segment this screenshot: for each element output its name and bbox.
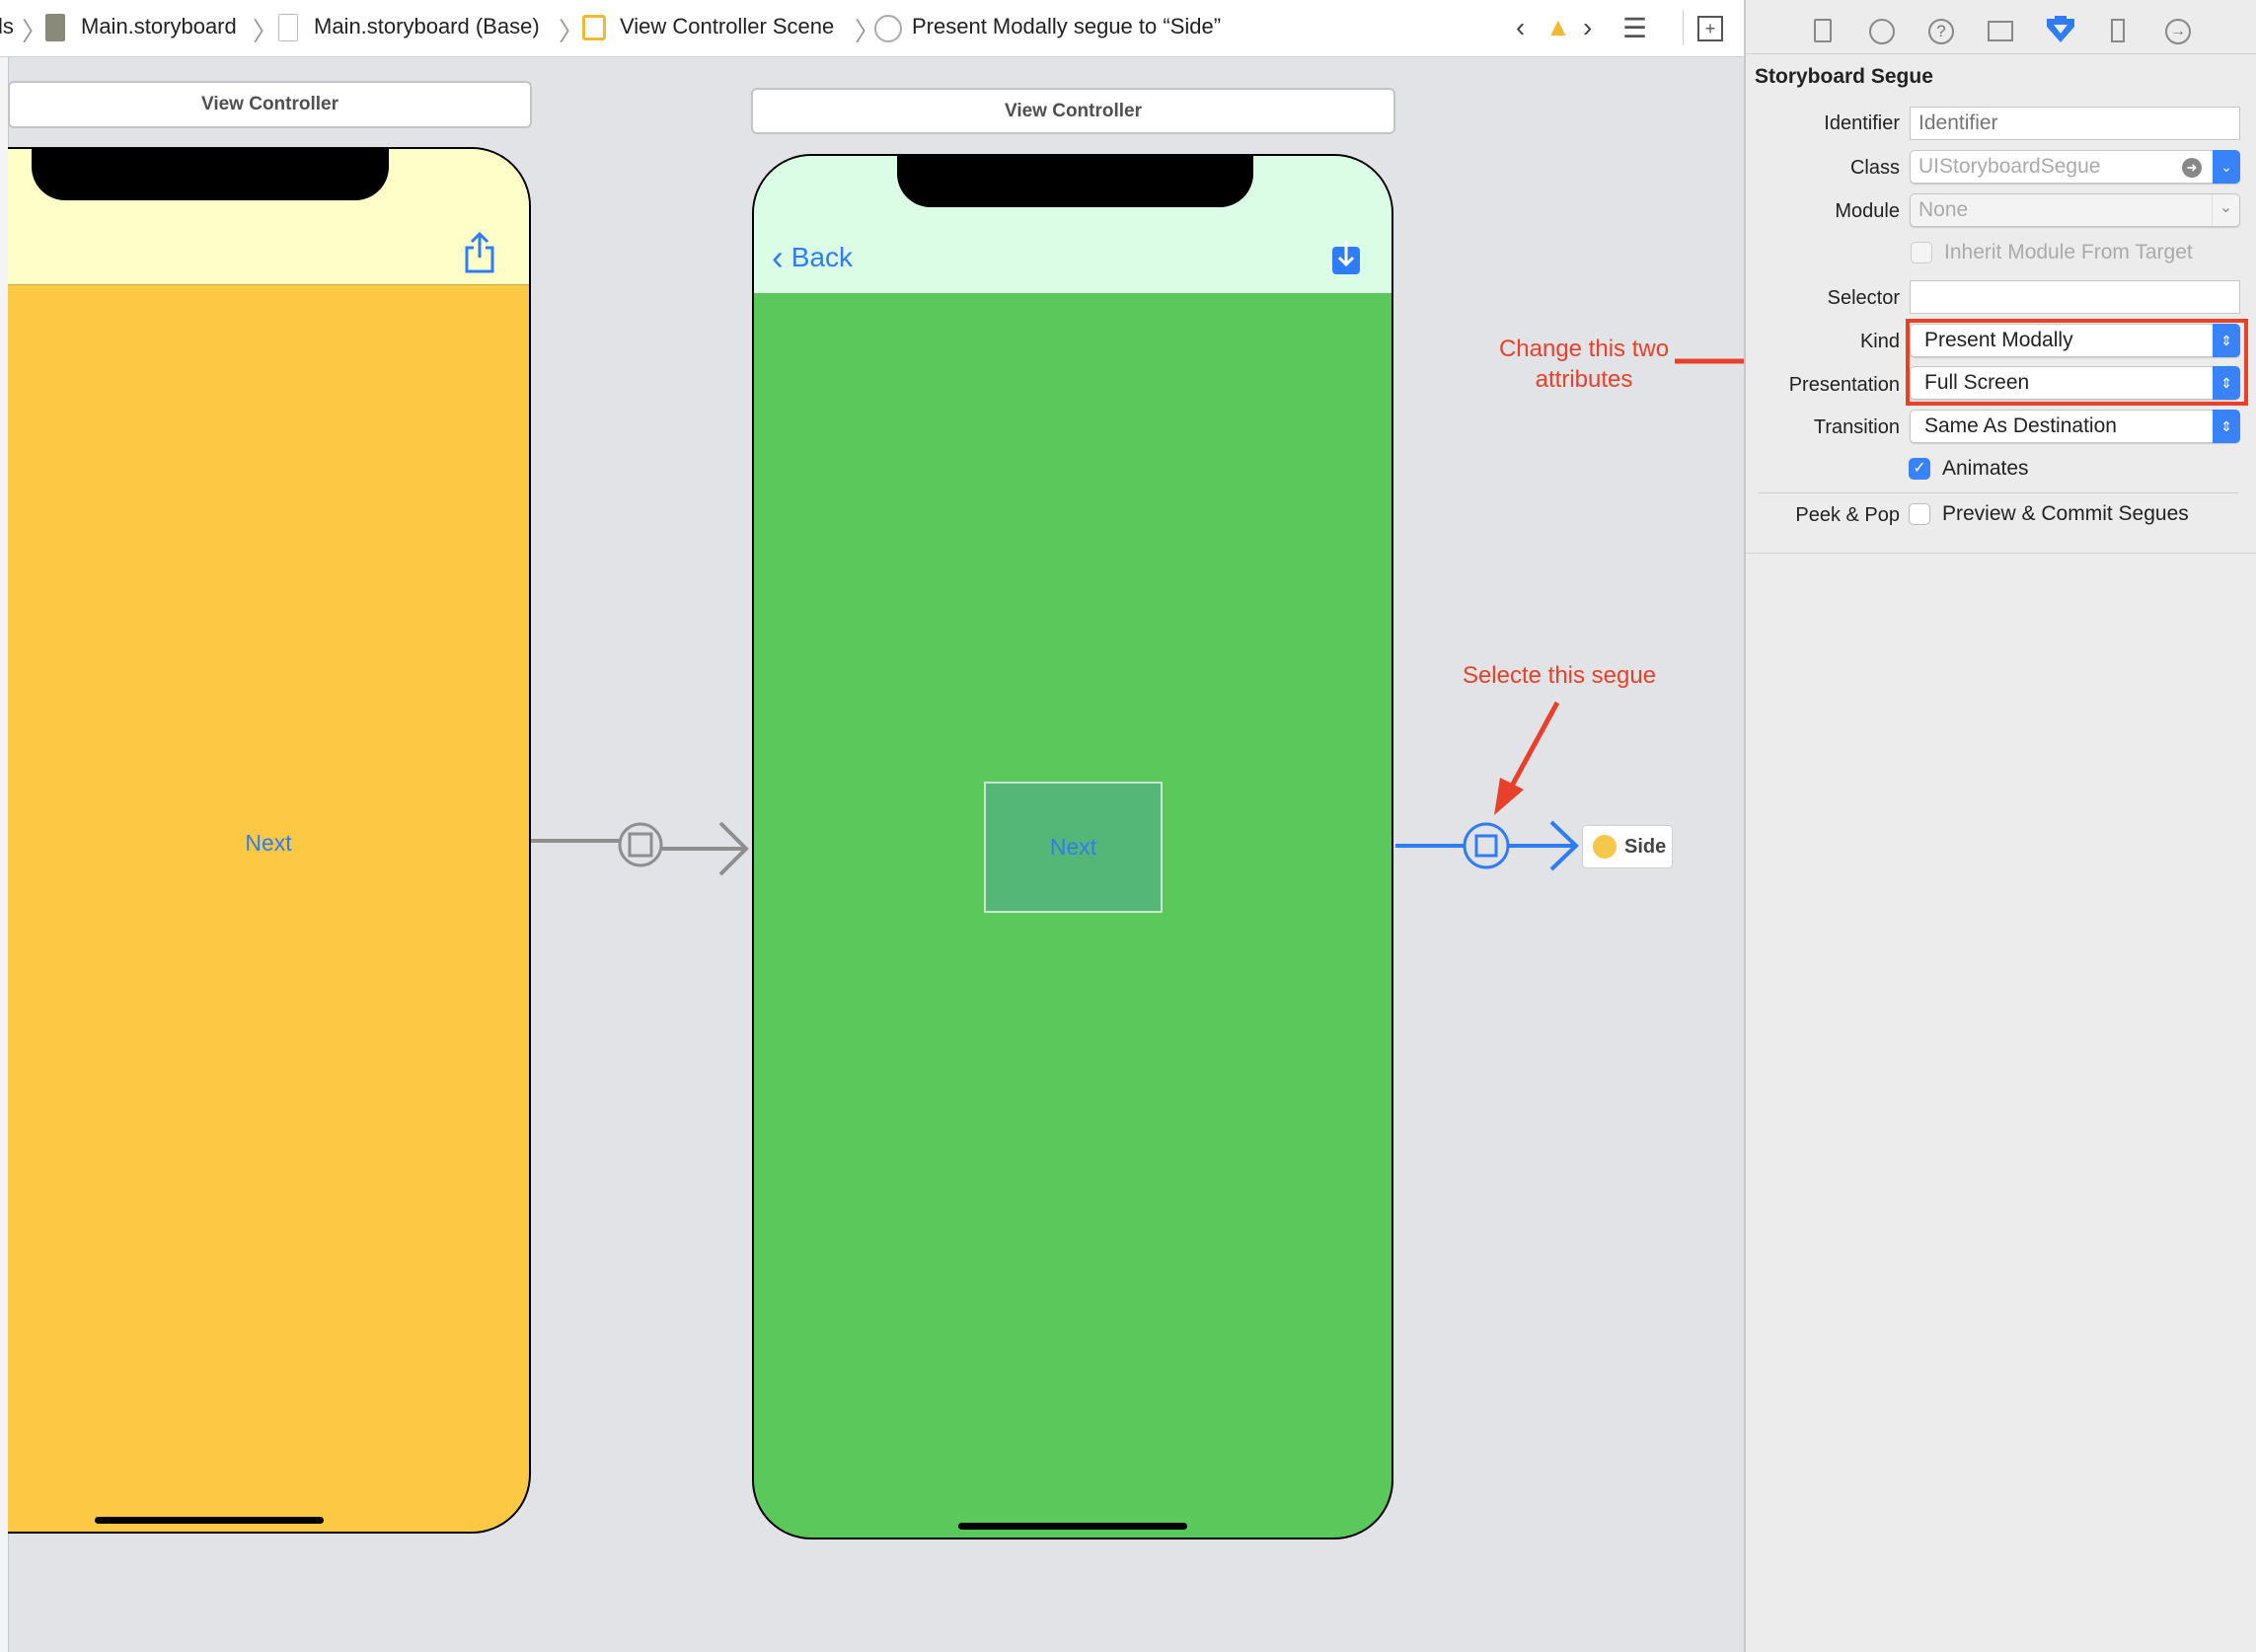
- breadcrumb-item[interactable]: View Controller Scene: [620, 14, 834, 39]
- chevron-down-icon[interactable]: ⌄: [2213, 150, 2240, 184]
- history-icon[interactable]: [1869, 19, 1895, 44]
- chevron-right-icon: 〉: [253, 17, 279, 46]
- breadcrumb-item[interactable]: Present Modally segue to “Side”: [912, 14, 1221, 39]
- size-inspector-icon[interactable]: [2111, 19, 2125, 42]
- class-label: Class: [1849, 157, 1900, 179]
- identifier-input[interactable]: [1910, 107, 2240, 140]
- stepper-icon: ⇕: [2213, 410, 2240, 443]
- notch: [897, 156, 1253, 207]
- chevron-down-icon[interactable]: ⌄: [2212, 194, 2239, 226]
- segue-show-icon: [618, 822, 663, 867]
- divider: [1746, 53, 2256, 54]
- warning-icon[interactable]: ▲: [1545, 12, 1571, 42]
- animates-checkbox[interactable]: ✓: [1909, 458, 1930, 480]
- storyboard-reference-icon: [1593, 835, 1617, 859]
- file-inspector-icon[interactable]: [1814, 19, 1832, 42]
- transition-value: Same As Destination: [1924, 414, 2117, 437]
- annotation-line: attributes: [1535, 366, 1633, 393]
- breadcrumb-item[interactable]: Main.storyboard: [81, 14, 237, 39]
- transition-popup[interactable]: Same As Destination ⇕: [1910, 410, 2240, 443]
- back-button[interactable]: ‹ Back: [772, 237, 853, 278]
- annotation-line: Change this two: [1498, 336, 1670, 362]
- breadcrumb-item[interactable]: Main.storyboard (Base): [314, 14, 540, 39]
- annotation-arrow: [1494, 701, 1560, 815]
- preview-commit-label: Preview & Commit Segues: [1942, 502, 2189, 525]
- share-icon[interactable]: [462, 232, 497, 273]
- scene-header[interactable]: View Controller: [8, 81, 532, 128]
- next-button[interactable]: Next: [984, 782, 1163, 913]
- chevron-right-icon: 〉: [559, 17, 585, 46]
- kind-label: Kind: [1859, 331, 1900, 352]
- home-indicator: [958, 1523, 1187, 1530]
- preview-commit-checkbox[interactable]: [1909, 503, 1930, 525]
- middle-phone-frame[interactable]: ‹ Back Next: [752, 154, 1393, 1539]
- class-placeholder: UIStoryboardSegue: [1918, 155, 2101, 178]
- identity-inspector-icon[interactable]: [1988, 21, 2013, 41]
- storyboard-base-icon: [278, 14, 298, 41]
- divider: [1759, 492, 2238, 493]
- left-phone-frame[interactable]: Next: [8, 147, 531, 1534]
- module-combo[interactable]: None ⌄: [1910, 193, 2240, 227]
- module-label: Module: [1835, 200, 1900, 222]
- next-issue-button[interactable]: ›: [1583, 12, 1592, 43]
- module-placeholder: None: [1918, 198, 1969, 221]
- annotation-select-segue: Selecte this segue: [1462, 662, 1657, 689]
- show-segue[interactable]: [523, 809, 760, 888]
- help-icon[interactable]: ?: [1928, 19, 1954, 44]
- segue-modal-icon: [1463, 822, 1510, 869]
- back-label: Back: [790, 242, 854, 272]
- minimap-icon[interactable]: ☰: [1622, 12, 1647, 44]
- animates-label: Animates: [1942, 457, 2029, 480]
- peek-pop-label: Peek & Pop: [1795, 504, 1900, 526]
- add-editor-icon[interactable]: +: [1697, 16, 1723, 41]
- connections-inspector-icon[interactable]: →: [2165, 19, 2191, 44]
- previous-issue-button[interactable]: ‹: [1516, 12, 1525, 43]
- transition-label: Transition: [1813, 416, 1900, 438]
- selector-label: Selector: [1827, 287, 1900, 309]
- divider: [1683, 10, 1684, 45]
- jump-bar: ls 〉 Main.storyboard 〉 Main.storyboard (…: [0, 0, 1744, 57]
- presentation-label: Presentation: [1788, 374, 1900, 396]
- scene-header[interactable]: View Controller: [751, 88, 1395, 134]
- identifier-label: Identifier: [1824, 113, 1900, 134]
- annotation-highlight-box: [1906, 319, 2248, 406]
- class-combo[interactable]: UIStoryboardSegue ➜ ⌄: [1910, 150, 2240, 184]
- download-icon[interactable]: [1330, 239, 1362, 276]
- next-button[interactable]: Next: [8, 830, 529, 857]
- inherit-module-label: Inherit Module From Target: [1944, 241, 2193, 263]
- inherit-module-checkbox[interactable]: [1911, 242, 1932, 263]
- chevron-right-icon: 〉: [22, 17, 48, 46]
- breadcrumb-item[interactable]: ls: [0, 14, 14, 39]
- attributes-inspector-icon[interactable]: [2045, 15, 2076, 44]
- annotation-change-attributes: Change this two attributes: [1461, 334, 1707, 395]
- notch: [32, 149, 389, 200]
- side-label: Side: [1624, 835, 1667, 858]
- segue-icon: [874, 15, 902, 42]
- home-indicator: [95, 1517, 324, 1524]
- divider: [1746, 553, 2256, 554]
- selector-input[interactable]: [1910, 280, 2240, 314]
- section-title: Storyboard Segue: [1755, 65, 1933, 88]
- scene-icon: [582, 15, 606, 40]
- side-scene-reference[interactable]: Side: [1582, 825, 1673, 868]
- chevron-left-icon: ‹: [772, 237, 784, 277]
- storyboard-file-icon: [45, 14, 65, 41]
- go-arrow-icon[interactable]: ➜: [2182, 158, 2202, 178]
